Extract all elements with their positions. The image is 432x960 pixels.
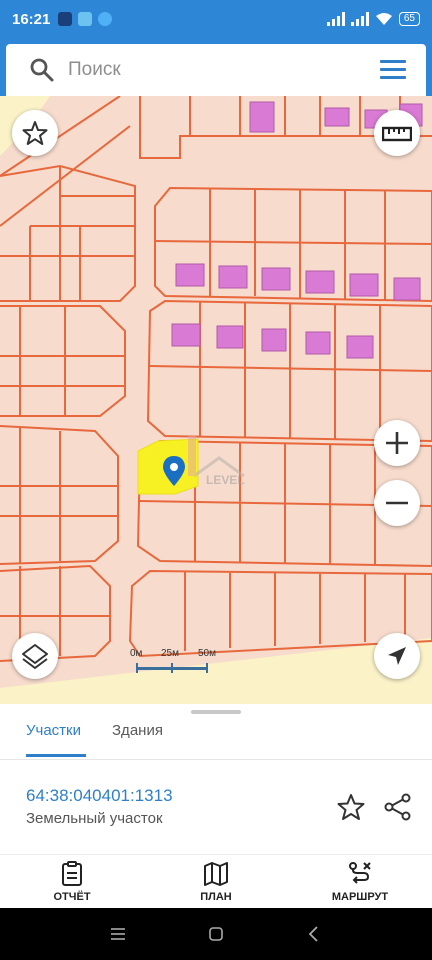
tab-parcels[interactable]: Участки [26, 722, 81, 756]
menu-icon[interactable] [380, 60, 406, 80]
map-scale: 0м 25м 50м [130, 648, 220, 678]
scale-tick [136, 663, 138, 673]
zoom-in-button[interactable] [374, 420, 420, 466]
ruler-button[interactable] [374, 110, 420, 156]
scale-tick [171, 663, 173, 673]
scale-label-0: 0м [130, 648, 143, 659]
screen: 16:21 65 Поиск LEVEL 0м 25м 50м Участки … [0, 0, 432, 960]
scale-label-50: 50м [198, 648, 216, 659]
parcel-bottom-sheet[interactable]: Участки Здания 64:38:040401:1313 Земельн… [0, 704, 432, 854]
plus-icon [386, 432, 408, 454]
search-icon[interactable] [28, 56, 56, 84]
recents-menu-icon[interactable] [106, 922, 130, 946]
notification-icon-image [78, 12, 93, 26]
tab-bar: Участки Здания [0, 718, 432, 760]
route-button[interactable]: МАРШРУТ [305, 861, 415, 903]
bottom-action-bar: ОТЧЁТ ПЛАН МАРШРУТ [0, 854, 432, 908]
watermark-text: LEVEL [206, 473, 245, 487]
status-time: 16:21 [12, 10, 51, 28]
notification-icon-upload [98, 12, 113, 26]
active-tab-indicator [26, 754, 86, 757]
back-chevron-icon[interactable] [302, 922, 326, 946]
my-location-button[interactable] [374, 633, 420, 679]
scale-label-25: 25м [161, 648, 179, 659]
route-icon [349, 862, 371, 884]
layers-button[interactable] [12, 633, 58, 679]
map-plan-icon [204, 862, 228, 886]
parcel-type-label: Земельный участок [26, 810, 163, 827]
watermark-logo: LEVEL [184, 436, 254, 506]
favorite-star-icon[interactable] [336, 792, 366, 822]
cadastral-number[interactable]: 64:38:040401:1313 [26, 786, 173, 806]
wifi-icon [375, 13, 392, 25]
cadastral-map[interactable] [0, 96, 432, 704]
signal-icon-2 [350, 12, 369, 26]
favorite-map-button[interactable] [12, 110, 58, 156]
notification-icon-app [58, 12, 73, 26]
search-bar[interactable] [6, 44, 426, 96]
plan-button[interactable]: ПЛАН [161, 861, 271, 903]
plan-label: ПЛАН [200, 891, 232, 903]
system-navigation-bar [0, 908, 432, 960]
sheet-drag-handle[interactable] [191, 710, 241, 714]
status-bar: 16:21 65 [0, 0, 432, 38]
scale-tick [206, 663, 208, 673]
search-input[interactable] [68, 59, 348, 81]
ruler-icon [382, 126, 412, 142]
report-icon [62, 861, 82, 886]
status-indicators: 65 [326, 0, 420, 38]
share-icon[interactable] [383, 792, 413, 822]
report-button[interactable]: ОТЧЁТ [17, 861, 127, 903]
navigation-arrow-icon [388, 647, 406, 665]
layers-icon [22, 644, 48, 669]
battery-level: 65 [398, 12, 420, 26]
minus-icon [386, 501, 408, 505]
route-label: МАРШРУТ [331, 891, 389, 903]
map-view[interactable]: LEVEL 0м 25м 50м [0, 96, 432, 704]
report-label: ОТЧЁТ [53, 891, 91, 903]
star-icon [22, 121, 48, 145]
zoom-out-button[interactable] [374, 480, 420, 526]
home-square-icon[interactable] [204, 922, 228, 946]
search-header [0, 38, 432, 96]
signal-icon [326, 12, 345, 26]
tab-buildings[interactable]: Здания [112, 722, 163, 756]
